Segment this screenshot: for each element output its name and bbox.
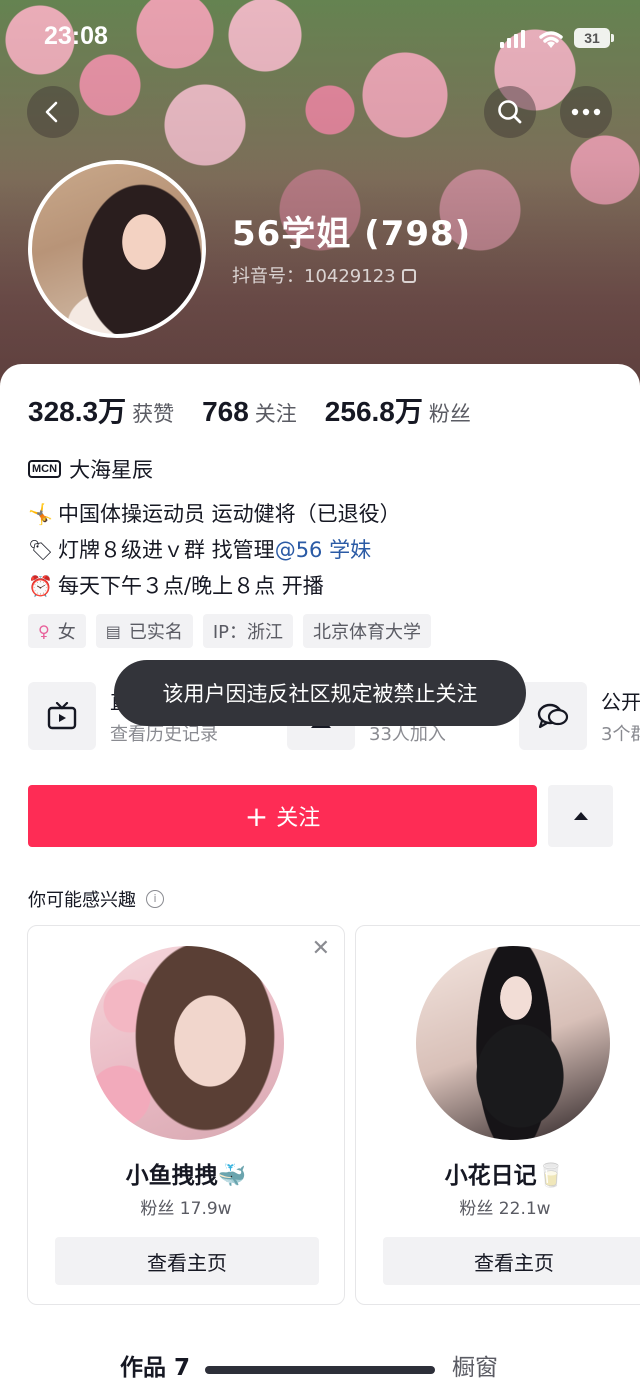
- id-card-icon: ▤: [105, 621, 121, 641]
- gymnast-icon: 🤸: [28, 502, 53, 526]
- bio-text: 灯牌８级进ｖ群 找管理: [58, 538, 275, 562]
- recommend-name: 小花日记🥛: [444, 1163, 566, 1189]
- more-dots-icon: [571, 108, 601, 116]
- profile-bio: 🤸 中国体操运动员 运动健将（已退役） 🏷 灯牌８级进ｖ群 找管理 @56 学妹…: [28, 496, 401, 604]
- tag-verified: ▤ 已实名: [95, 614, 193, 648]
- tab-shop[interactable]: 橱窗: [452, 1348, 498, 1382]
- bio-text: 中国体操运动员 运动健将（已退役）: [58, 502, 401, 526]
- mcn-name: 大海星辰: [69, 458, 154, 482]
- mcn-icon: MCN: [28, 460, 62, 478]
- recommend-header: 你可能感兴趣 i: [28, 886, 164, 912]
- profile-tags: ♀ 女 ▤ 已实名 IP：浙江 北京体育大学: [28, 614, 441, 648]
- stat-label: 粉丝: [428, 402, 471, 426]
- search-button[interactable]: [484, 86, 536, 138]
- recommend-fans: 粉丝 22.1w: [459, 1199, 551, 1219]
- tag-label: 北京体育大学: [313, 622, 422, 643]
- recommend-name: 小鱼拽拽🐳: [125, 1163, 247, 1189]
- stat-label: 关注: [254, 402, 297, 426]
- profile-sheet: 328.3万 获赞 768 关注 256.8万 粉丝 MCN 大海星辰 🤸 中国…: [0, 364, 640, 1386]
- douyin-id-text: 抖音号：10429123: [232, 266, 396, 287]
- bio-line: 🤸 中国体操运动员 运动健将（已退役）: [28, 496, 401, 532]
- bio-line: 🏷 灯牌８级进ｖ群 找管理 @56 学妹: [28, 532, 401, 568]
- tag-gender: ♀ 女: [28, 614, 86, 648]
- tag-label-icon: 🏷: [28, 538, 54, 562]
- copy-icon[interactable]: [401, 269, 416, 283]
- tab-works[interactable]: 作品 7: [120, 1348, 190, 1382]
- stat-followers[interactable]: 256.8万 粉丝: [325, 390, 471, 430]
- stat-label: 获赞: [132, 402, 175, 426]
- content-tabs: 作品 7 橱窗: [0, 1344, 640, 1386]
- recommend-fans: 粉丝 17.9w: [140, 1199, 232, 1219]
- mcn-row[interactable]: MCN 大海星辰: [28, 454, 153, 484]
- tag-school[interactable]: 北京体育大学: [303, 614, 432, 648]
- tag-label: 女: [57, 622, 76, 643]
- tag-label: IP：浙江: [212, 622, 284, 643]
- follow-button[interactable]: + 关注: [28, 785, 537, 847]
- search-icon: [498, 100, 522, 124]
- signal-icon: [500, 30, 526, 48]
- stats-row: 328.3万 获赞 768 关注 256.8万 粉丝: [28, 390, 499, 430]
- recommend-avatar[interactable]: [416, 946, 610, 1140]
- chat-icon: [519, 682, 587, 750]
- feature-subtitle: 3个群: [601, 724, 640, 745]
- stat-value: 256.8万: [324, 396, 423, 427]
- follow-button-label: 关注: [276, 806, 321, 831]
- profile-name: 56学姐 (798): [232, 214, 472, 254]
- status-bar: 23:08 31: [0, 18, 640, 62]
- tag-ip: IP：浙江: [202, 614, 294, 648]
- view-profile-button[interactable]: 查看主页: [383, 1237, 640, 1285]
- recommend-card[interactable]: ✕ 小鱼拽拽🐳 粉丝 17.9w 查看主页: [27, 925, 345, 1305]
- toast-message: 该用户因违反社区规定被禁止关注: [114, 660, 526, 726]
- mention-link[interactable]: @56 学妹: [275, 532, 371, 568]
- chevron-left-icon: [45, 101, 58, 123]
- home-indicator[interactable]: [205, 1366, 435, 1374]
- profile-avatar[interactable]: [28, 160, 206, 338]
- status-time: 23:08: [44, 22, 108, 50]
- stat-value: 768: [202, 396, 249, 427]
- feature-text: 公开 3个群: [601, 682, 640, 750]
- plus-icon: +: [244, 799, 269, 833]
- stat-likes[interactable]: 328.3万 获赞: [28, 390, 174, 430]
- more-button[interactable]: [560, 86, 612, 138]
- tv-icon: [28, 682, 96, 750]
- recommend-avatar[interactable]: [90, 946, 284, 1140]
- info-icon[interactable]: i: [146, 890, 164, 908]
- female-icon: ♀: [38, 621, 50, 641]
- view-profile-button[interactable]: 查看主页: [55, 1237, 319, 1285]
- triangle-up-icon: [573, 812, 588, 820]
- wifi-icon: [539, 31, 563, 48]
- bio-line: ⏰ 每天下午３点/晚上８点 开播: [28, 568, 401, 604]
- stat-following[interactable]: 768 关注: [202, 396, 297, 428]
- bio-text: 每天下午３点/晚上８点 开播: [58, 574, 324, 598]
- stat-value: 328.3万: [28, 396, 127, 427]
- back-button[interactable]: [27, 86, 79, 138]
- douyin-id[interactable]: 抖音号：10429123: [232, 262, 416, 288]
- close-icon[interactable]: ✕: [312, 936, 330, 961]
- feature-title: 公开: [601, 690, 640, 714]
- tag-label: 已实名: [128, 622, 183, 643]
- battery-icon: 31: [574, 28, 614, 48]
- alarm-clock-icon: ⏰: [28, 574, 53, 598]
- recommend-title: 你可能感兴趣: [28, 890, 136, 911]
- recommend-card[interactable]: 小花日记🥛 粉丝 22.1w 查看主页: [355, 925, 640, 1305]
- feature-public-groups[interactable]: 公开 3个群: [519, 682, 640, 750]
- expand-button[interactable]: [548, 785, 613, 847]
